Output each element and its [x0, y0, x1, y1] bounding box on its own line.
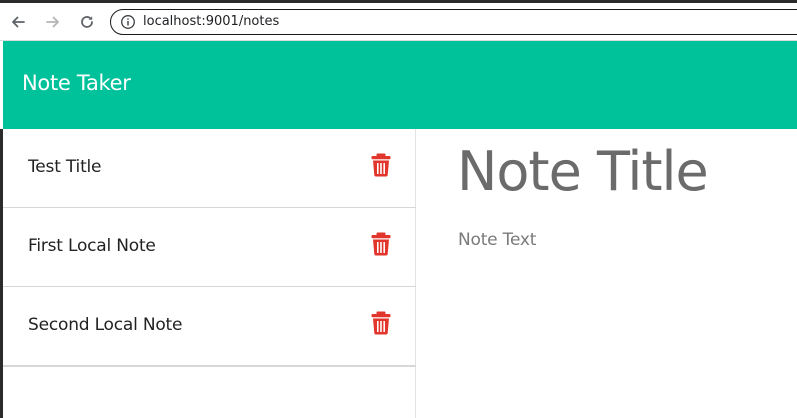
forward-button[interactable] — [43, 12, 63, 32]
browser-toolbar: localhost:9001/notes — [0, 3, 797, 41]
app-title[interactable]: Note Taker — [22, 71, 131, 95]
trash-icon[interactable] — [371, 311, 391, 335]
arrow-left-icon — [12, 16, 25, 28]
trash-icon[interactable] — [371, 153, 391, 177]
app-header: Note Taker — [3, 41, 797, 129]
url-text: localhost:9001/notes — [143, 14, 280, 29]
note-title-input[interactable]: Note Title — [457, 140, 709, 203]
list-item[interactable]: Test Title — [3, 129, 416, 208]
reload-icon — [81, 16, 93, 28]
note-title[interactable]: First Local Note — [28, 236, 156, 256]
trash-icon[interactable] — [371, 232, 391, 256]
note-list: Test Title First Local Note Second Local… — [3, 129, 416, 418]
back-button[interactable] — [8, 12, 28, 32]
note-title[interactable]: Test Title — [28, 157, 102, 177]
reload-button[interactable] — [77, 12, 97, 32]
list-item[interactable]: Second Local Note — [3, 287, 416, 366]
arrow-right-icon — [46, 16, 59, 28]
list-item[interactable]: First Local Note — [3, 208, 416, 287]
list-divider — [3, 366, 416, 367]
info-icon[interactable] — [120, 14, 136, 30]
address-bar[interactable]: localhost:9001/notes — [110, 9, 797, 35]
note-text-input[interactable]: Note Text — [458, 230, 536, 250]
note-title[interactable]: Second Local Note — [28, 315, 182, 335]
